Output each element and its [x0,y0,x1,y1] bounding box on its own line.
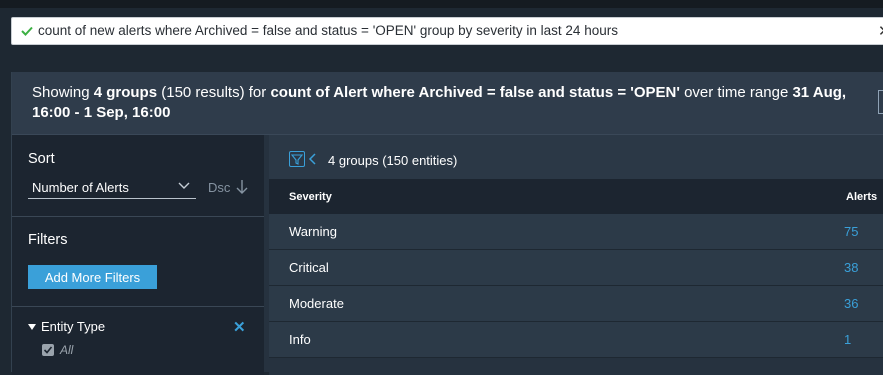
chevron-down-icon [178,182,190,189]
alerts-count-link[interactable]: 75 [844,224,858,239]
entity-type-label[interactable]: Entity Type [41,319,105,334]
table-row[interactable]: Moderate 36 [269,286,883,322]
column-header-severity[interactable]: Severity [289,191,332,203]
alerts-count-link[interactable]: 1 [844,332,851,347]
alerts-count-link[interactable]: 38 [844,260,858,275]
groups-content: 4 groups (150 entities) Severity Alerts … [269,135,883,375]
caret-down-icon[interactable] [28,324,36,330]
sort-direction-label[interactable]: Dsc [208,180,230,195]
sort-title: Sort [28,151,55,167]
close-icon[interactable]: ✕ [878,22,883,40]
sidebar-divider [12,306,264,307]
summary-query: count of Alert where Archived = false an… [270,84,680,101]
summary-groups: 4 groups [93,84,158,101]
check-icon [21,26,33,36]
groups-count: 4 groups (150 entities) [328,153,458,168]
close-icon[interactable]: ✕ [233,318,246,336]
query-text[interactable]: count of new alerts where Archived = fal… [38,23,618,38]
groups-toolbar: 4 groups (150 entities) [269,135,883,179]
entity-all-label: All [60,343,74,357]
checkbox-checked-icon[interactable] [42,344,54,356]
severity-cell[interactable]: Critical [289,260,329,275]
column-header-alerts[interactable]: Alerts [846,191,877,203]
summary-text: Showing 4 groups (150 results) for count… [32,83,882,123]
table-header: Severity Alerts [269,179,883,214]
severity-cell[interactable]: Warning [289,224,337,239]
table-row[interactable]: Critical 38 [269,250,883,286]
filters-title: Filters [28,232,68,248]
severity-cell[interactable]: Moderate [289,296,344,311]
filter-icon[interactable] [289,151,305,167]
query-search-bar[interactable]: count of new alerts where Archived = fal… [11,17,883,45]
results-panel: Showing 4 groups (150 results) for count… [11,72,883,375]
results-summary: Showing 4 groups (150 results) for count… [12,72,883,135]
sidebar-divider [12,216,264,217]
summary-over: over time range [679,84,793,101]
chevron-left-icon[interactable] [308,153,316,165]
sort-select-value: Number of Alerts [32,180,129,195]
severity-cell[interactable]: Info [289,332,311,347]
add-more-filters-button[interactable]: Add More Filters [28,265,157,289]
sidebar: Sort Number of Alerts Dsc Filters Add Mo… [12,135,264,375]
top-strip [0,0,883,8]
table-row[interactable]: Info 1 [269,322,883,358]
summary-prefix: Showing [32,84,94,101]
summary-action-button[interactable] [878,90,883,114]
arrow-down-icon[interactable] [236,179,248,195]
entity-type-filter[interactable]: Entity Type ✕ [28,319,252,339]
sort-select[interactable]: Number of Alerts [28,180,196,199]
alerts-count-link[interactable]: 36 [844,296,858,311]
summary-results: (150 results) for [157,84,271,101]
table-row[interactable]: Warning 75 [269,214,883,250]
